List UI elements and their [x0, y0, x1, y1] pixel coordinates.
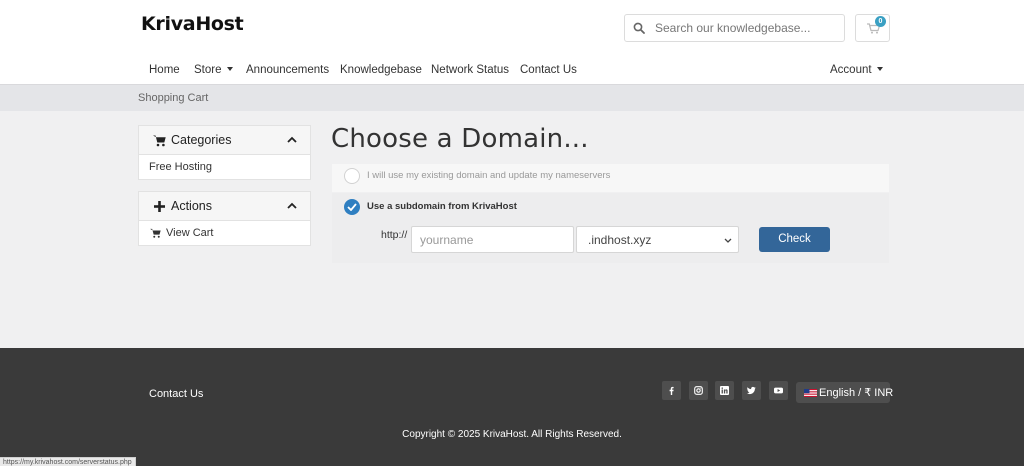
language-currency-button[interactable]: English / ₹ INR: [796, 382, 894, 403]
nav-contact-us[interactable]: Contact Us: [520, 64, 577, 76]
chevron-down-icon: [226, 67, 233, 71]
copyright-text: Copyright © 2025 KrivaHost. All Rights R…: [402, 429, 622, 440]
tld-selected-value: .indhost.xyz: [588, 233, 652, 247]
search-icon: [633, 22, 645, 34]
twitter-button[interactable]: [742, 381, 761, 400]
facebook-button[interactable]: [662, 381, 681, 400]
categories-title: Categories: [171, 133, 232, 147]
nav-home[interactable]: Home: [149, 64, 180, 76]
http-prefix: http://: [381, 229, 408, 241]
sidebar-item-label: View Cart: [166, 227, 214, 239]
chevron-down-icon: [724, 238, 732, 243]
footer-contact-link[interactable]: Contact Us: [149, 388, 203, 400]
cart-icon: [153, 135, 166, 147]
breadcrumb: Shopping Cart: [138, 92, 209, 104]
chevron-up-icon[interactable]: [287, 136, 297, 143]
sidebar-item-label: Free Hosting: [149, 161, 212, 173]
nav-store-label: Store: [194, 64, 222, 76]
sidebar-item-view-cart[interactable]: View Cart: [139, 221, 310, 245]
plus-icon: [154, 201, 165, 212]
check-button[interactable]: Check: [759, 227, 830, 252]
instagram-button[interactable]: [689, 381, 708, 400]
actions-title: Actions: [171, 199, 212, 213]
tld-select[interactable]: .indhost.xyz: [576, 226, 739, 253]
actions-panel: Actions View Cart: [138, 191, 311, 246]
checkmark-icon: [347, 203, 357, 211]
existing-domain-option[interactable]: I will use my existing domain and update…: [332, 164, 889, 192]
nav-account-label: Account: [830, 64, 872, 76]
youtube-icon: [774, 387, 783, 394]
site-header: KrivaHost 0 Home Store Announcements Kno…: [0, 0, 1024, 84]
us-flag-icon: [804, 389, 817, 397]
linkedin-icon: [720, 386, 729, 395]
youtube-button[interactable]: [769, 381, 788, 400]
nav-store[interactable]: Store: [194, 64, 233, 76]
actions-panel-header[interactable]: Actions: [139, 192, 310, 221]
cart-count-badge: 0: [875, 16, 886, 27]
nav-account[interactable]: Account: [830, 64, 883, 76]
language-currency-label: English / ₹ INR: [819, 387, 894, 399]
nav-network-status[interactable]: Network Status: [431, 64, 509, 76]
nav-knowledgebase[interactable]: Knowledgebase: [340, 64, 422, 76]
instagram-icon: [694, 386, 703, 395]
cart-button[interactable]: 0: [855, 14, 890, 42]
cart-icon: [150, 228, 161, 238]
subdomain-radio[interactable]: [344, 199, 360, 215]
chevron-down-icon: [876, 67, 883, 71]
breadcrumb-bar: Shopping Cart: [0, 84, 1024, 111]
main-nav: Home Store Announcements Knowledgebase N…: [0, 60, 1024, 82]
existing-domain-radio[interactable]: [344, 168, 360, 184]
sidebar-item-free-hosting[interactable]: Free Hosting: [139, 155, 310, 179]
twitter-icon: [747, 386, 756, 395]
site-logo[interactable]: KrivaHost: [141, 13, 244, 35]
nav-announcements[interactable]: Announcements: [246, 64, 329, 76]
page-title: Choose a Domain...: [331, 124, 589, 154]
linkedin-button[interactable]: [715, 381, 734, 400]
search-input[interactable]: [655, 17, 840, 39]
facebook-icon: [669, 386, 674, 395]
existing-domain-label: I will use my existing domain and update…: [367, 170, 611, 181]
categories-panel-header[interactable]: Categories: [139, 126, 310, 155]
browser-status-url: https://my.krivahost.com/serverstatus.ph…: [0, 457, 136, 466]
site-footer: Contact Us English / ₹ INR Copyright © 2…: [0, 348, 1024, 466]
categories-panel: Categories Free Hosting: [138, 125, 311, 180]
chevron-up-icon[interactable]: [287, 202, 297, 209]
knowledgebase-search[interactable]: [624, 14, 845, 42]
subdomain-input[interactable]: [411, 226, 574, 253]
subdomain-label: Use a subdomain from KrivaHost: [367, 201, 517, 212]
